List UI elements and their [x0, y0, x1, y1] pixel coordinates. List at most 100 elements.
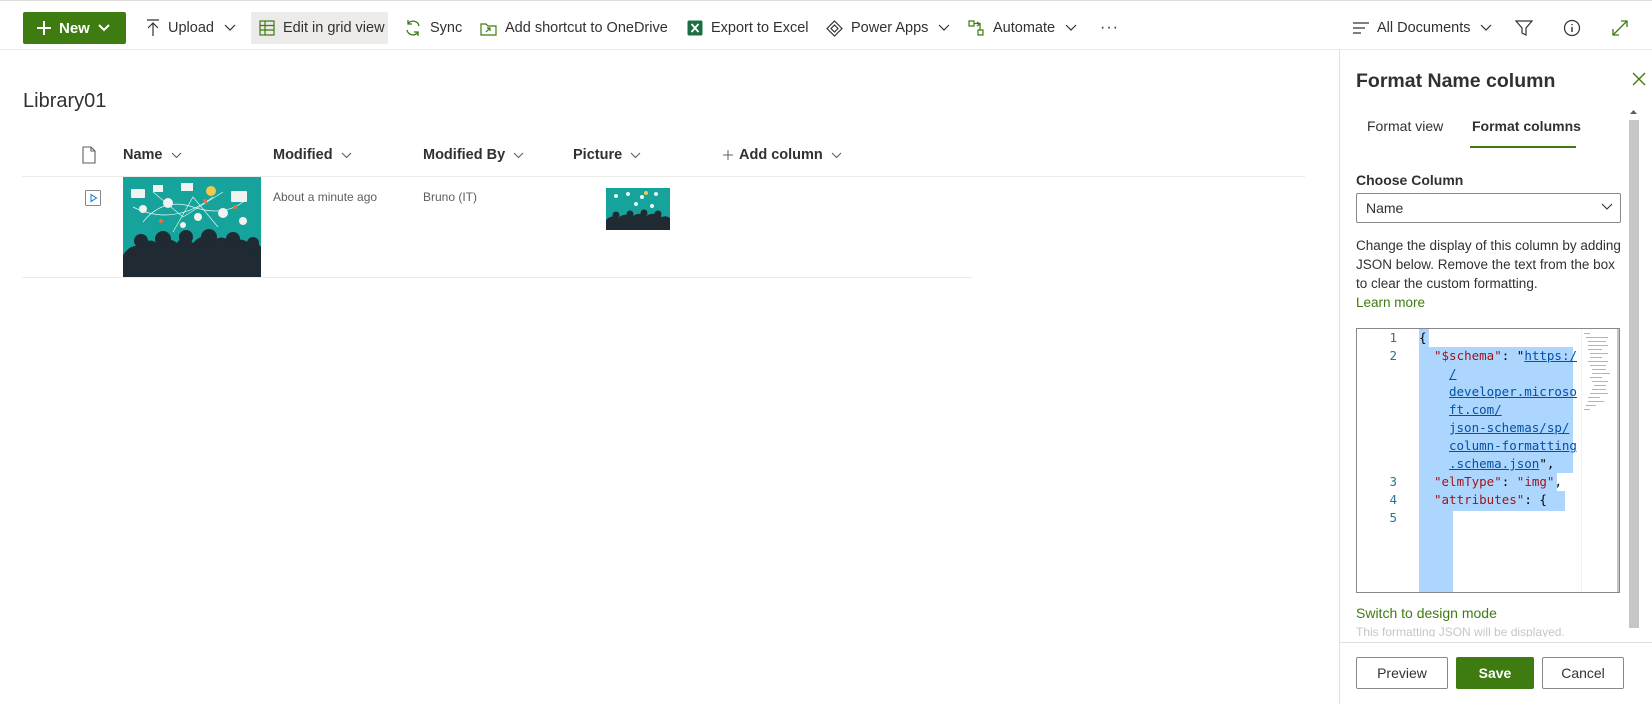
editor-scrollbar[interactable] [1617, 329, 1619, 592]
faded-helper-text: This formatting JSON will be displayed. [1356, 625, 1565, 637]
editor-minimap[interactable] [1581, 329, 1619, 592]
plus-icon [723, 150, 733, 160]
grid-icon [259, 20, 275, 36]
automate-button[interactable]: Automate [967, 12, 1077, 44]
add-shortcut-button[interactable]: Add shortcut to OneDrive [480, 12, 668, 44]
video-file-icon [85, 190, 101, 211]
export-excel-button[interactable]: Export to Excel [687, 12, 809, 44]
document-icon [82, 146, 96, 164]
shortcut-icon [480, 22, 497, 36]
column-header-name[interactable]: Name [123, 144, 182, 166]
chevron-down-icon [1601, 203, 1613, 210]
sync-button[interactable]: Sync [404, 12, 462, 44]
tab-format-columns[interactable]: Format columns [1472, 118, 1581, 134]
tab-format-view[interactable]: Format view [1367, 118, 1443, 134]
dropdown-value: Name [1366, 200, 1404, 216]
line-number: 3 [1389, 474, 1397, 489]
preview-button[interactable]: Preview [1356, 657, 1448, 689]
column-header-label: Modified By [423, 147, 506, 163]
power-apps-label: Power Apps [851, 20, 929, 36]
json-key: "attributes" [1434, 492, 1525, 507]
upload-button[interactable]: Upload [146, 12, 236, 44]
filter-button[interactable] [1515, 12, 1533, 44]
learn-more-link[interactable]: Learn more [1356, 293, 1624, 312]
power-apps-icon [826, 19, 843, 37]
column-header-label: Picture [573, 147, 623, 163]
choose-column-label: Choose Column [1356, 172, 1464, 188]
switch-design-mode-link[interactable]: Switch to design mode [1356, 605, 1497, 621]
chevron-down-icon [1481, 24, 1492, 31]
file-type-header[interactable] [82, 144, 96, 166]
schema-url-cont: developer.microso [1449, 384, 1577, 399]
sync-icon [406, 20, 420, 36]
json-value: "img" [1516, 474, 1555, 489]
schema-url-cont: .schema.json [1449, 456, 1540, 471]
active-tab-indicator [1470, 146, 1576, 148]
more-icon: ··· [1100, 19, 1119, 36]
upload-label: Upload [168, 20, 214, 36]
picture-thumbnail [606, 188, 670, 230]
expand-button[interactable] [1612, 12, 1628, 44]
chevron-down-icon [513, 152, 524, 158]
excel-icon [687, 20, 703, 36]
library-title: Library01 [23, 90, 107, 112]
automate-label: Automate [993, 20, 1056, 36]
filter-icon [1515, 20, 1533, 36]
column-header-label: Name [123, 147, 163, 163]
row-modified-by[interactable]: Bruno (IT) [423, 190, 477, 204]
save-button[interactable]: Save [1456, 657, 1534, 689]
plus-icon [37, 21, 51, 35]
chevron-down-icon [831, 152, 842, 158]
row-divider [22, 277, 972, 278]
schema-url-cont: ft.com/ [1449, 402, 1502, 417]
more-options-button[interactable]: ··· [1100, 12, 1119, 44]
view-switcher-label: All Documents [1377, 20, 1471, 36]
edit-grid-view-button[interactable]: Edit in grid view [251, 12, 388, 44]
column-header-modified-by[interactable]: Modified By [423, 144, 524, 166]
chevron-down-icon [938, 24, 950, 31]
schema-url-cont: json-schemas/sp/ [1449, 420, 1570, 435]
line-number: 4 [1389, 492, 1397, 507]
column-header-label: Modified [273, 147, 333, 163]
new-button-label: New [59, 19, 90, 37]
cancel-button[interactable]: Cancel [1542, 657, 1624, 689]
add-column-button[interactable]: Add column [723, 144, 842, 166]
info-icon [1563, 19, 1581, 37]
schema-url-end: .schema.json", [1449, 456, 1555, 471]
list-icon [1353, 22, 1369, 34]
schema-url[interactable]: https:/ [1524, 348, 1577, 363]
column-header-picture[interactable]: Picture [573, 144, 641, 166]
info-button[interactable] [1563, 12, 1581, 44]
code-line-4: "attributes": { [1434, 491, 1547, 509]
chevron-down-icon [341, 152, 351, 158]
scroll-up-icon[interactable] [1628, 108, 1639, 116]
schema-url-cont: / [1449, 366, 1457, 381]
panel-scrollbar[interactable] [1628, 108, 1639, 658]
chevron-down-icon [1065, 24, 1077, 31]
description-text: Change the display of this column by add… [1356, 238, 1621, 291]
power-apps-button[interactable]: Power Apps [826, 12, 950, 44]
line-number: 2 [1389, 348, 1397, 363]
scrollbar-thumb[interactable] [1629, 120, 1639, 628]
json-editor[interactable]: 1 2 3 4 5 { "$schema": "https:/ / develo… [1356, 328, 1620, 593]
panel-title: Format Name column [1356, 70, 1556, 92]
sync-label: Sync [430, 20, 463, 36]
add-shortcut-label: Add shortcut to OneDrive [505, 20, 668, 36]
json-key: "elmType" [1434, 474, 1502, 489]
view-switcher[interactable]: All Documents [1353, 12, 1492, 44]
file-thumbnail[interactable] [123, 177, 261, 277]
chevron-down-icon [224, 24, 236, 31]
choose-column-dropdown[interactable]: Name [1356, 193, 1621, 223]
schema-url-cont: column-formatting [1449, 438, 1577, 453]
line-number-gutter: 1 2 3 4 5 [1357, 329, 1417, 592]
selection-highlight [1429, 511, 1453, 592]
format-column-panel: Format Name column Format view Format co… [1339, 50, 1652, 704]
code-area[interactable]: { "$schema": "https:/ / developer.micros… [1419, 329, 1579, 592]
column-header-modified[interactable]: Modified [273, 144, 352, 166]
row-modified: About a minute ago [273, 190, 378, 204]
json-key: "$schema" [1434, 348, 1502, 363]
code-line-2: "$schema": "https:/ [1434, 348, 1577, 363]
close-icon[interactable] [1630, 70, 1648, 88]
new-button[interactable]: New [23, 12, 126, 44]
automate-icon [968, 20, 984, 36]
